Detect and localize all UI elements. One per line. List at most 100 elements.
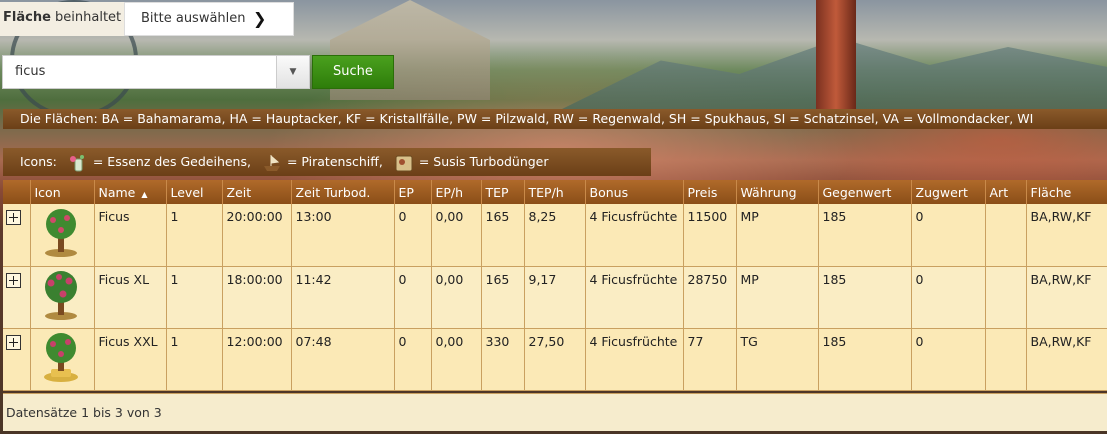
pager-info: Datensätze 1 bis 3 von 3 <box>3 393 1107 431</box>
cell-bonus: 4 Ficusfrüchte <box>585 328 684 391</box>
filter-label: Fläche beinhaltet <box>0 2 124 36</box>
col-teph[interactable]: TEP/h <box>524 180 586 204</box>
cell-flaeche: BA,RW,KF <box>1026 328 1107 391</box>
cell-eph: 0,00 <box>431 328 482 391</box>
table-row: Ficus XXL 1 12:00:00 07:48 0 0,00 330 27… <box>3 328 1107 391</box>
cell-teph: 27,50 <box>524 328 586 391</box>
col-gegenwert[interactable]: Gegenwert <box>818 180 912 204</box>
table-row: Ficus XL 1 18:00:00 11:42 0 0,00 165 9,1… <box>3 266 1107 329</box>
cell-waehrung: MP <box>736 204 819 267</box>
cell-gegenwert: 185 <box>818 204 912 267</box>
cell-level: 1 <box>166 266 223 329</box>
plant-icon-cell <box>30 204 95 267</box>
search-dropdown-toggle[interactable]: ▼ <box>277 55 310 89</box>
ficus-xxl-tree-icon <box>43 332 78 382</box>
ficus-xl-tree-icon <box>44 270 77 320</box>
fertilizer-legend-text: = Susis Turbodünger <box>418 154 549 169</box>
cell-zeit-turbo: 13:00 <box>291 204 395 267</box>
expand-cell <box>3 328 31 391</box>
ficus-tree-icon <box>44 209 77 257</box>
search-input-value: ficus <box>15 64 46 79</box>
cell-zeit: 20:00:00 <box>222 204 292 267</box>
cell-art <box>985 204 1027 267</box>
cell-zeit: 12:00:00 <box>222 328 292 391</box>
col-preis[interactable]: Preis <box>683 180 737 204</box>
cell-zugwert: 0 <box>911 328 986 391</box>
plant-icon-cell <box>30 328 95 391</box>
area-filter-select[interactable]: Bitte auswählen ❯ <box>124 2 294 36</box>
col-tep[interactable]: TEP <box>481 180 525 204</box>
cell-zugwert: 0 <box>911 204 986 267</box>
icons-legend-label: Icons: <box>20 154 57 169</box>
cell-ep: 0 <box>394 266 432 329</box>
cell-ep: 0 <box>394 204 432 267</box>
cell-preis: 11500 <box>683 204 737 267</box>
col-name-label: Name <box>98 184 136 200</box>
cell-tep: 330 <box>481 328 525 391</box>
cell-zeit-turbo: 11:42 <box>291 266 395 329</box>
cell-bonus: 4 Ficusfrüchte <box>585 204 684 267</box>
col-art[interactable]: Art <box>985 180 1027 204</box>
table-row: Ficus 1 20:00:00 13:00 0 0,00 165 8,25 4… <box>3 204 1107 267</box>
cell-preis: 28750 <box>683 266 737 329</box>
col-icon[interactable]: Icon <box>30 180 95 204</box>
icons-legend: Icons: = Essenz des Gedeihens, = Piraten… <box>3 148 651 176</box>
cell-flaeche: BA,RW,KF <box>1026 204 1107 267</box>
filter-label-rest: beinhaltet <box>50 10 122 25</box>
area-filter-value: Bitte auswählen <box>141 11 246 26</box>
col-zeit[interactable]: Zeit <box>222 180 292 204</box>
cell-flaeche: BA,RW,KF <box>1026 266 1107 329</box>
dropdown-arrow-icon: ▼ <box>289 67 297 77</box>
cell-tep: 165 <box>481 266 525 329</box>
plant-icon-cell <box>30 266 95 329</box>
cell-waehrung: MP <box>736 266 819 329</box>
chevron-down-icon: ❯ <box>253 9 267 28</box>
red-pole <box>816 0 856 110</box>
essence-legend-text: = Essenz des Gedeihens, <box>92 154 251 169</box>
cell-art <box>985 328 1027 391</box>
search-input[interactable]: ficus <box>2 55 277 89</box>
cell-tep: 165 <box>481 204 525 267</box>
search-button[interactable]: Suche <box>312 55 394 89</box>
pirate-ship-icon <box>263 154 280 171</box>
col-name[interactable]: Name ▲ <box>94 180 167 204</box>
filter-label-bold: Fläche <box>3 10 51 25</box>
expand-cell <box>3 266 31 329</box>
fertilizer-icon <box>395 155 413 171</box>
cell-name: Ficus <box>94 204 167 267</box>
expand-plus-icon[interactable] <box>6 334 21 350</box>
col-zugwert[interactable]: Zugwert <box>911 180 986 204</box>
cell-zeit-turbo: 07:48 <box>291 328 395 391</box>
expand-plus-icon[interactable] <box>6 272 21 288</box>
col-ep[interactable]: EP <box>394 180 432 204</box>
cell-eph: 0,00 <box>431 204 482 267</box>
cell-eph: 0,00 <box>431 266 482 329</box>
pirate-ship-legend-text: = Piratenschiff, <box>286 154 383 169</box>
cell-teph: 9,17 <box>524 266 586 329</box>
cell-gegenwert: 185 <box>818 266 912 329</box>
cell-level: 1 <box>166 328 223 391</box>
col-level[interactable]: Level <box>166 180 223 204</box>
col-bonus[interactable]: Bonus <box>585 180 684 204</box>
cell-name: Ficus XL <box>94 266 167 329</box>
essence-icon <box>69 154 84 171</box>
col-expand <box>3 180 31 204</box>
cell-gegenwert: 185 <box>818 328 912 391</box>
area-legend: Die Flächen: BA = Bahamarama, HA = Haupt… <box>3 109 1107 129</box>
cell-zugwert: 0 <box>911 266 986 329</box>
sort-asc-icon: ▲ <box>141 189 148 199</box>
cell-bonus: 4 Ficusfrüchte <box>585 266 684 329</box>
col-eph[interactable]: EP/h <box>431 180 482 204</box>
col-flaeche[interactable]: Fläche <box>1026 180 1107 204</box>
cell-zeit: 18:00:00 <box>222 266 292 329</box>
cell-art <box>985 266 1027 329</box>
expand-plus-icon[interactable] <box>6 210 21 225</box>
col-waehrung[interactable]: Währung <box>736 180 819 204</box>
cell-waehrung: TG <box>736 328 819 391</box>
col-zeit-turbo[interactable]: Zeit Turbod. <box>291 180 395 204</box>
cell-ep: 0 <box>394 328 432 391</box>
cell-teph: 8,25 <box>524 204 586 267</box>
cell-level: 1 <box>166 204 223 267</box>
cell-preis: 77 <box>683 328 737 391</box>
expand-cell <box>3 204 31 267</box>
